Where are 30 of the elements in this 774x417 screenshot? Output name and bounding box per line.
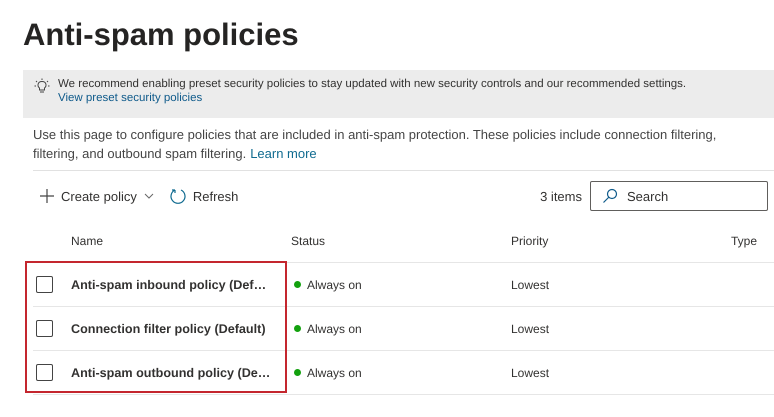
column-header[interactable]: Status <box>291 234 511 248</box>
description-text: Use this page to configure policies that are included in anti-spam protection. These policies include connection filtering, <box>33 126 718 144</box>
row-checkbox[interactable] <box>36 364 53 381</box>
item-count: 3 items <box>540 188 582 204</box>
learn-more-link[interactable]: Learn more <box>250 144 317 163</box>
status-text: Always on <box>307 278 362 292</box>
plus-icon <box>39 188 55 204</box>
banner-message: We recommend enabling preset security policies to stay updated with new security controls and our recommended settings. <box>58 78 686 90</box>
column-header[interactable]: Name <box>71 234 291 248</box>
policy-name[interactable]: Anti-spam outbound policy (De… <box>71 366 291 380</box>
policy-name[interactable]: Anti-spam inbound policy (Def… <box>71 278 291 292</box>
search-field[interactable]: Search <box>590 181 768 211</box>
page-title: Anti-spam policies <box>23 16 300 54</box>
search-icon <box>602 188 618 204</box>
priority-text: Lowest <box>511 278 550 292</box>
column-header[interactable]: Priority <box>511 234 731 248</box>
preset-policies-link[interactable]: View preset security policies <box>58 92 686 104</box>
row-checkbox[interactable] <box>36 320 53 337</box>
status-text: Always on <box>307 322 362 336</box>
create-policy-button[interactable]: Create policy <box>39 188 155 204</box>
refresh-button[interactable]: Refresh <box>168 187 238 205</box>
description-text: filtering, and outbound spam filtering. <box>33 145 246 163</box>
status-text: Always on <box>307 366 362 380</box>
priority-text: Lowest <box>511 322 550 336</box>
refresh-icon <box>168 187 187 205</box>
column-header[interactable]: Type <box>731 234 774 248</box>
policy-name[interactable]: Connection filter policy (Default) <box>71 322 291 336</box>
row-checkbox[interactable] <box>36 276 53 293</box>
priority-text: Lowest <box>511 366 550 380</box>
lightbulb-icon <box>34 78 50 94</box>
